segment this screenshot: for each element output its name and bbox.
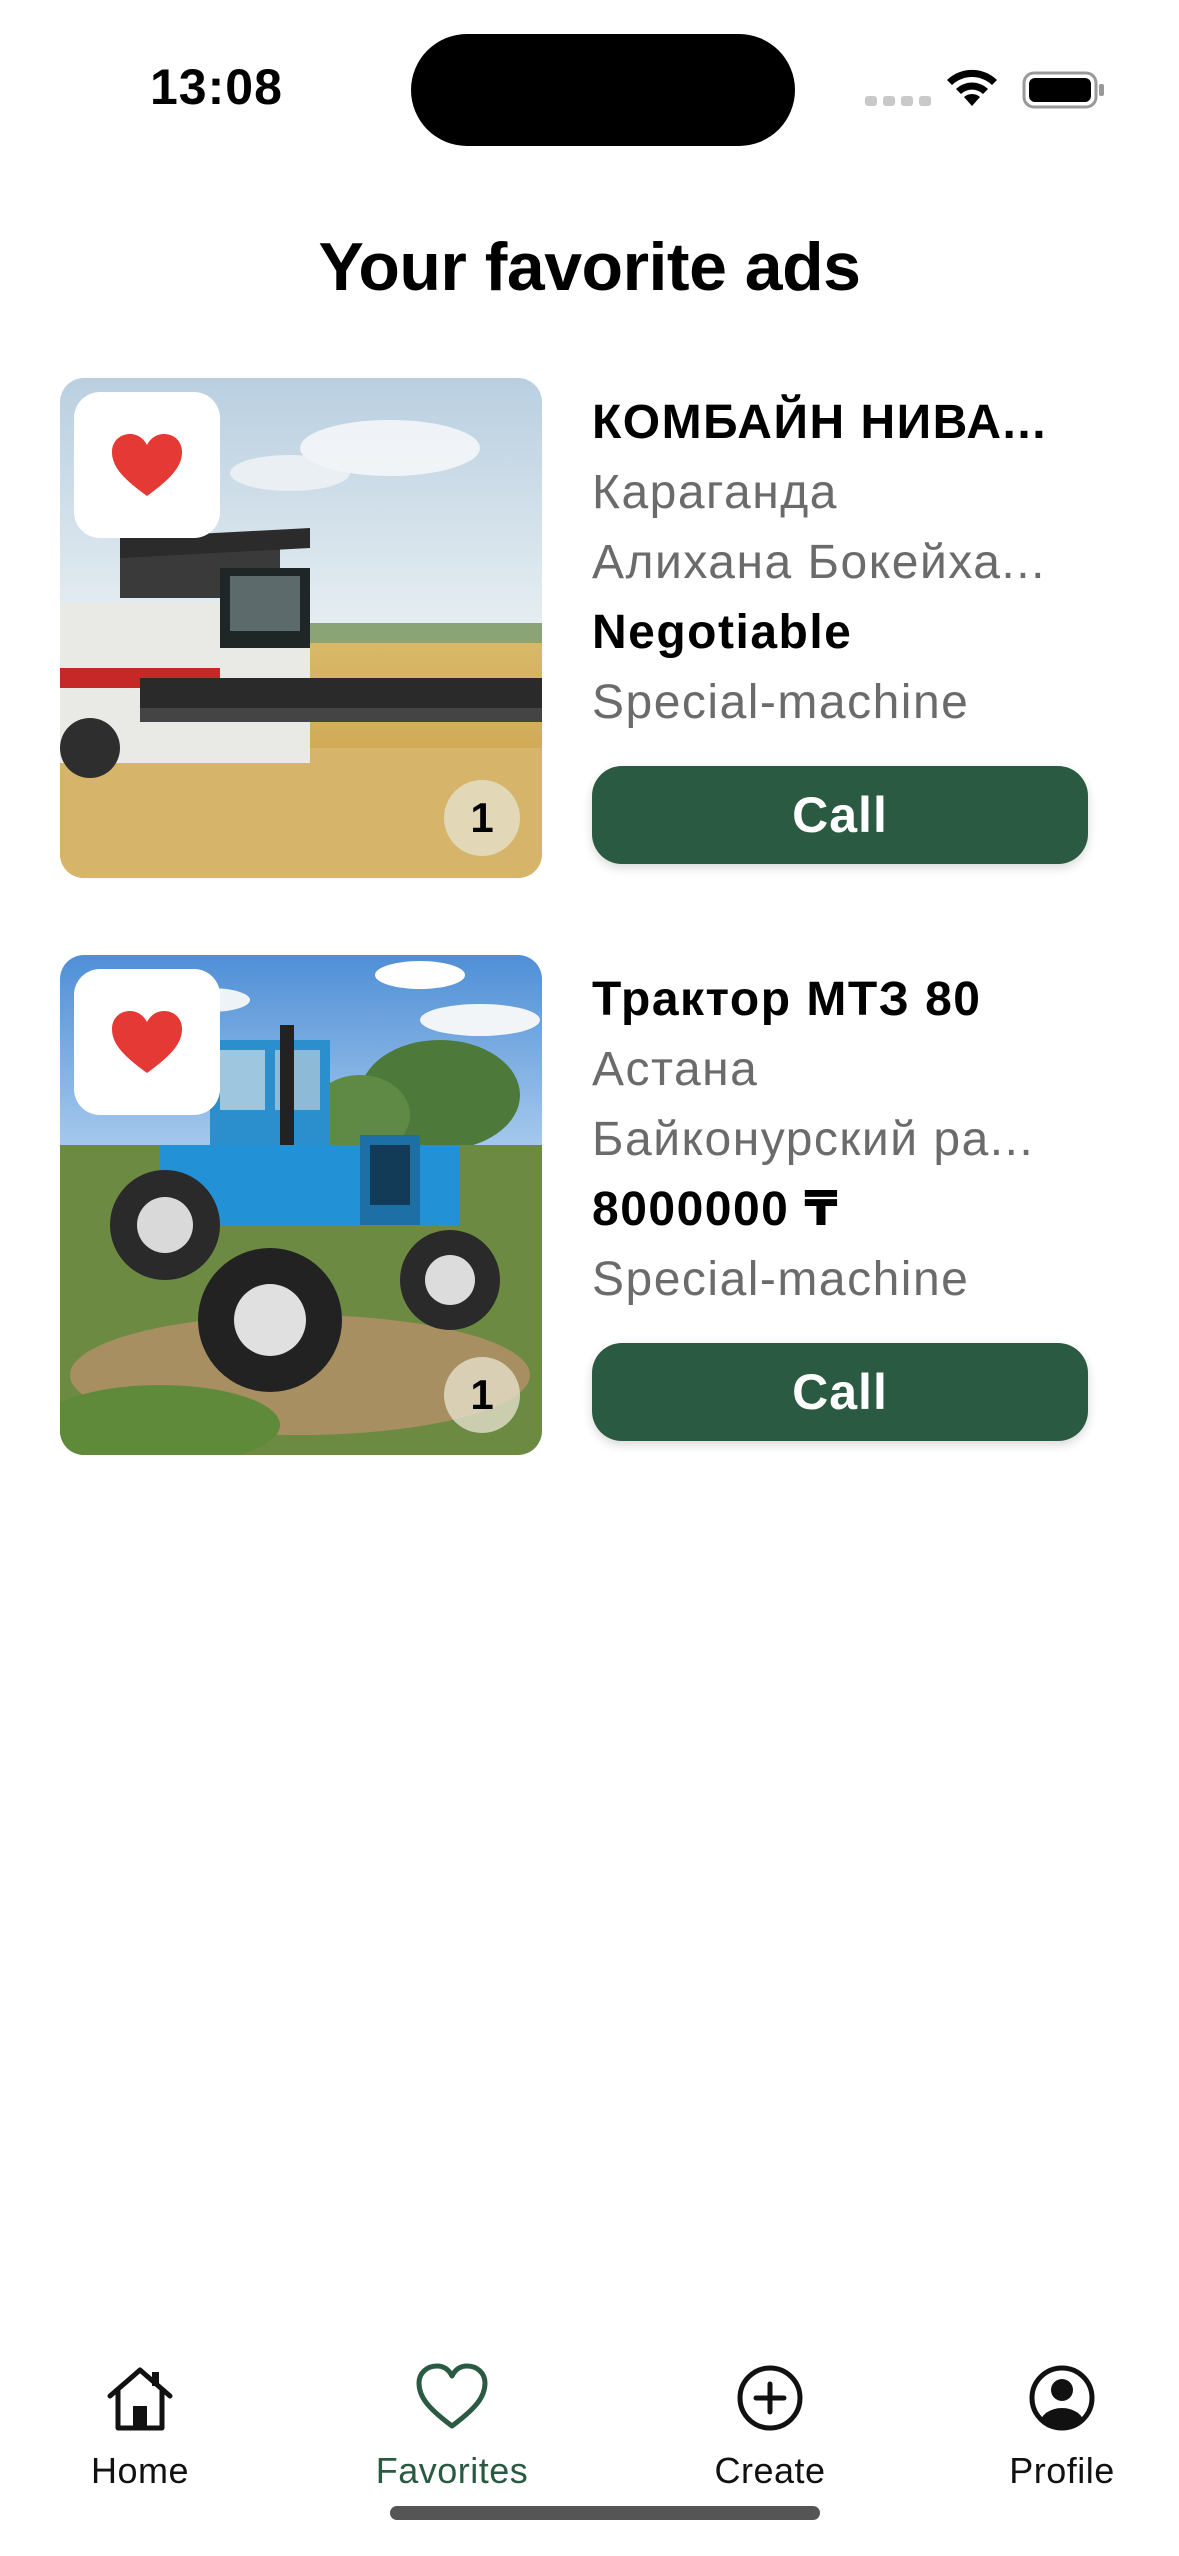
ad-city: Караганда	[592, 466, 838, 519]
tab-favorites[interactable]: Favorites	[342, 2360, 562, 2492]
ad-image-tractor[interactable]: 1	[60, 955, 542, 1455]
page-title: Your favorite ads	[318, 229, 861, 305]
tab-bar: Home Favorites Create Profile	[0, 2360, 1179, 2500]
photo-count-badge: 1	[444, 1357, 520, 1433]
call-button[interactable]: Call	[592, 766, 1088, 864]
tab-create[interactable]: Create	[660, 2360, 880, 2492]
tab-label: Profile	[1009, 2450, 1115, 2491]
ad-info: Трактор МТЗ 80 Астана Байконурский ра...…	[592, 955, 1092, 1315]
house-icon	[107, 2367, 173, 2431]
heart-outline-icon	[416, 2363, 488, 2429]
person-circle-icon	[1029, 2365, 1095, 2431]
home-indicator[interactable]	[390, 2506, 820, 2520]
ad-title: КОМБАЙН НИВА...	[592, 396, 1048, 449]
ad-address: Байконурский ра...	[592, 1113, 1035, 1166]
tab-label: Home	[90, 2450, 190, 2491]
ad-price: 8000000 ₸	[592, 1183, 840, 1236]
status-time: 13:08	[150, 59, 283, 115]
photo-count-badge: 1	[444, 780, 520, 856]
ad-card[interactable]: 1 КОМБАЙН НИВА... Караганда Алихана Боке…	[60, 378, 1120, 878]
favorite-toggle[interactable]	[74, 392, 220, 538]
wifi-icon	[947, 69, 997, 106]
tab-label: Create	[714, 2450, 826, 2491]
battery-icon	[1022, 71, 1104, 109]
ad-info: КОМБАЙН НИВА... Караганда Алихана Бокейх…	[592, 378, 1092, 738]
ad-city: Астана	[592, 1043, 759, 1096]
tab-home[interactable]: Home	[30, 2360, 250, 2492]
heart-filled-icon	[112, 434, 182, 496]
plus-circle-icon	[737, 2365, 803, 2431]
ad-title: Трактор МТЗ 80	[592, 973, 982, 1026]
tab-profile[interactable]: Profile	[952, 2360, 1172, 2492]
ad-category: Special-machine	[592, 676, 970, 729]
ad-category: Special-machine	[592, 1253, 970, 1306]
dynamic-island	[411, 34, 795, 146]
call-button[interactable]: Call	[592, 1343, 1088, 1441]
heart-filled-icon	[112, 1011, 182, 1073]
ad-card[interactable]: 1 Трактор МТЗ 80 Астана Байконурский ра.…	[60, 955, 1120, 1455]
ad-address: Алихана Бокейха...	[592, 536, 1046, 589]
ad-price: Negotiable	[592, 606, 853, 659]
tab-label: Favorites	[375, 2450, 529, 2491]
favorite-toggle[interactable]	[74, 969, 220, 1115]
cellular-signal-icon	[865, 96, 931, 106]
ad-image-combine-harvester[interactable]: 1	[60, 378, 542, 878]
